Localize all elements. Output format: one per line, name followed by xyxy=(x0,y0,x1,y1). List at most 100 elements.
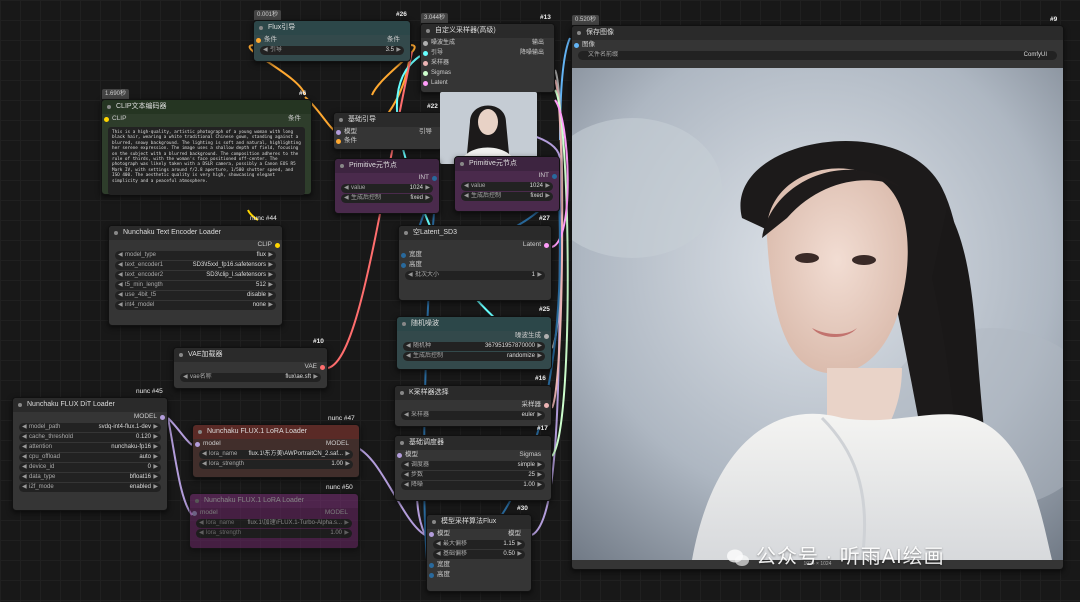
control-widget[interactable]: ◀ 生成后控制 fixed ▶ xyxy=(461,192,553,201)
cache-threshold-widget[interactable]: ◀ cache_threshold 0.120 ▶ xyxy=(19,433,161,442)
save-image-node[interactable]: 保存图像 图像 文件名前缀 ComfyUI 1024 × 1024 xyxy=(571,25,1064,570)
input-sigmas[interactable]: Sigmas xyxy=(421,68,554,78)
max-shift-widget[interactable]: ◀ 最大偏移 1.15 ▶ xyxy=(433,540,525,549)
control-widget[interactable]: ◀ 生成后控制 fixed ▶ xyxy=(341,194,433,203)
node-title[interactable]: 基础调度器 xyxy=(395,436,551,450)
lora-name-widget[interactable]: ◀ lora_name flux.1\加速\FLUX.1-Turbo-Alpha.s… xyxy=(196,519,352,528)
port-dot-icon[interactable] xyxy=(256,38,261,43)
node-title[interactable]: 空Latent_SD3 xyxy=(399,226,551,240)
node-title[interactable]: 自定义采样器(高级) xyxy=(421,24,554,38)
node-title[interactable]: Nunchaku FLUX DiT Loader xyxy=(13,398,167,412)
output-int[interactable]: INT xyxy=(335,173,439,183)
output-noise[interactable]: 噪波生成 xyxy=(397,331,551,341)
denoise-widget[interactable]: ◀ 降噪 1.00 ▶ xyxy=(401,481,545,490)
value-widget[interactable]: ◀ value 1024 ▶ xyxy=(461,182,553,191)
output-sampler[interactable]: 采样器 xyxy=(395,400,551,410)
lora-loader-bypassed-node[interactable]: Nunchaku FLUX.1 LoRA Loader model MODEL ◀… xyxy=(189,493,359,549)
collapse-dot-icon[interactable] xyxy=(577,31,581,35)
device-id-widget[interactable]: ◀ device_id 0 ▶ xyxy=(19,463,161,472)
use-4bit-t5-widget[interactable]: ◀ use_4bit_t5 disable ▶ xyxy=(115,291,276,300)
input-model[interactable]: model MODEL xyxy=(193,439,359,449)
node-title[interactable]: CLIP文本编码器 xyxy=(102,100,311,114)
node-title[interactable]: Nunchaku FLUX.1 LoRA Loader xyxy=(190,494,358,508)
node-title[interactable]: Primitive元节点 xyxy=(455,157,559,171)
input-height[interactable]: 高度 xyxy=(427,570,531,580)
node-title[interactable]: 基础引导 xyxy=(334,113,442,127)
text-encoder2-widget[interactable]: ◀ text_encoder2 SD3\clip_l.safetensors ▶ xyxy=(115,271,276,280)
int4-model-widget[interactable]: ◀ int4_model none ▶ xyxy=(115,301,276,310)
input-cond[interactable]: 条件 xyxy=(334,136,442,145)
output-model[interactable]: MODEL xyxy=(13,412,167,422)
scheduler-widget[interactable]: ◀ 调度器 simple ▶ xyxy=(401,461,545,470)
basic-guider-node[interactable]: 基础引导 模型 引导 条件 xyxy=(333,112,443,150)
steps-widget[interactable]: ◀ 步数 25 ▶ xyxy=(401,471,545,480)
vae-name-widget[interactable]: ◀ vae名称 flux\ae.sft ▶ xyxy=(180,373,321,382)
collapse-dot-icon[interactable] xyxy=(107,105,111,109)
node-title[interactable]: Nunchaku Text Encoder Loader xyxy=(109,226,282,240)
lora-strength-widget[interactable]: ◀ lora_strength 1.00 ▶ xyxy=(196,529,352,538)
collapse-dot-icon[interactable] xyxy=(340,164,344,168)
filename-prefix-widget[interactable]: 文件名前缀 ComfyUI xyxy=(578,51,1057,60)
collapse-dot-icon[interactable] xyxy=(18,403,22,407)
lora-name-widget[interactable]: ◀ lora_name flux.1\东方美\AWPortraitCN_2.saf.… xyxy=(199,450,353,459)
collapse-dot-icon[interactable] xyxy=(400,391,404,395)
sampler-name-widget[interactable]: ◀ 采样器 euler ▶ xyxy=(401,411,545,420)
collapse-dot-icon[interactable] xyxy=(460,162,464,166)
primitive-node-height[interactable]: Primitive元节点 INT ◀ value 1024 ▶ ◀ 生成后控制 fixed… xyxy=(454,156,560,212)
node-title[interactable]: Primitive元节点 xyxy=(335,159,439,173)
dit-loader-node[interactable]: Nunchaku FLUX DiT Loader MODEL ◀ model_pa… xyxy=(12,397,168,511)
collapse-dot-icon[interactable] xyxy=(198,430,202,434)
collapse-dot-icon[interactable] xyxy=(402,322,406,326)
output-int[interactable]: INT xyxy=(455,171,559,181)
random-noise-node[interactable]: 随机噪波 噪波生成 ◀ 随机种 367951957870000 ▶ ◀ 生成后控制 ran… xyxy=(396,316,552,370)
custom-sampler-node[interactable]: 自定义采样器(高级) 噪波生成 输出 引导 降噪输出 采样器 Sigmas Late… xyxy=(420,23,555,93)
input-cond[interactable]: 条件 条件 xyxy=(254,35,410,45)
node-title[interactable]: K采样器选择 xyxy=(395,386,551,400)
input-width[interactable]: 宽度 xyxy=(399,250,551,260)
output-latent[interactable]: Latent xyxy=(399,240,551,250)
empty-latent-node[interactable]: 空Latent_SD3 Latent 宽度 高度 ◀ 批次大小 1 ▶ xyxy=(398,225,552,301)
model-sampling-flux-node[interactable]: 模型采样算法Flux 模型 模型 ◀ 最大偏移 1.15 ▶ ◀ 基础偏移 0.50 ▶ 宽度… xyxy=(426,514,532,592)
input-image[interactable]: 图像 xyxy=(572,40,1063,50)
primitive-node-width[interactable]: Primitive元节点 INT ◀ value 1024 ▶ ◀ 生成后控制 fixed… xyxy=(334,158,440,214)
ksampler-select-node[interactable]: K采样器选择 采样器 ◀ 采样器 euler ▶ xyxy=(394,385,552,427)
node-title[interactable]: 随机噪波 xyxy=(397,317,551,331)
control-widget[interactable]: ◀ 生成后控制 randomize ▶ xyxy=(403,352,545,361)
base-shift-widget[interactable]: ◀ 基础偏移 0.50 ▶ xyxy=(433,550,525,559)
output-clip[interactable]: CLIP xyxy=(109,240,282,250)
data-type-widget[interactable]: ◀ data_type bfloat16 ▶ xyxy=(19,473,161,482)
i2f-mode-widget[interactable]: ◀ i2f_mode enabled ▶ xyxy=(19,483,161,492)
model-type-widget[interactable]: ◀ model_type flux ▶ xyxy=(115,251,276,260)
output-image-preview[interactable] xyxy=(572,68,1063,560)
input-clip[interactable]: CLIP 条件 xyxy=(102,114,311,124)
seed-widget[interactable]: ◀ 随机种 367951957870000 ▶ xyxy=(403,342,545,351)
node-title[interactable]: 保存图像 xyxy=(572,26,1063,40)
input-model[interactable]: 模型 模型 xyxy=(427,529,531,539)
input-noise[interactable]: 噪波生成 输出 xyxy=(421,38,554,48)
value-widget[interactable]: ◀ value 1024 ▶ xyxy=(341,184,433,193)
input-width[interactable]: 宽度 xyxy=(427,560,531,570)
input-model[interactable]: 模型 引导 xyxy=(334,127,442,136)
t5-min-length-widget[interactable]: ◀ t5_min_length 512 ▶ xyxy=(115,281,276,290)
clip-text-encode-node[interactable]: CLIP文本编码器 CLIP 条件 This is a high-quality,… xyxy=(101,99,312,195)
collapse-dot-icon[interactable] xyxy=(404,231,408,235)
input-sampler[interactable]: 采样器 xyxy=(421,58,554,68)
lora-loader-node[interactable]: Nunchaku FLUX.1 LoRA Loader model MODEL ◀… xyxy=(192,424,360,478)
batch-size-widget[interactable]: ◀ 批次大小 1 ▶ xyxy=(405,271,545,280)
input-model[interactable]: model MODEL xyxy=(190,508,358,518)
collapse-dot-icon[interactable] xyxy=(114,231,118,235)
collapse-dot-icon[interactable] xyxy=(400,441,404,445)
output-vae[interactable]: VAE xyxy=(174,362,327,372)
prompt-textarea[interactable]: This is a high-quality, artistic photogr… xyxy=(108,127,305,195)
guidance-widget[interactable]: ◀ 引导 3.5 ▶ xyxy=(260,46,404,55)
node-title[interactable]: Nunchaku FLUX.1 LoRA Loader xyxy=(193,425,359,439)
collapse-dot-icon[interactable] xyxy=(426,29,430,33)
input-latent[interactable]: Latent xyxy=(421,78,554,88)
node-title[interactable]: VAE加载器 xyxy=(174,348,327,362)
input-height[interactable]: 高度 xyxy=(399,260,551,270)
lora-strength-widget[interactable]: ◀ lora_strength 1.00 ▶ xyxy=(199,460,353,469)
cpu-offload-widget[interactable]: ◀ cpu_offload auto ▶ xyxy=(19,453,161,462)
collapse-dot-icon[interactable] xyxy=(339,118,343,122)
collapse-dot-icon[interactable] xyxy=(259,26,263,30)
attention-widget[interactable]: ◀ attention nunchaku-fp16 ▶ xyxy=(19,443,161,452)
